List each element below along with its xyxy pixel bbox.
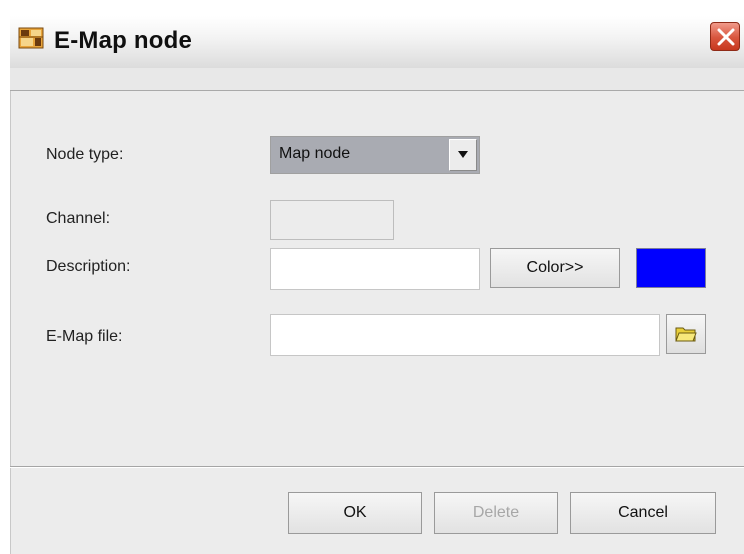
close-icon [717,28,735,46]
channel-label: Channel: [46,210,111,227]
color-button[interactable]: Color>> [490,248,620,288]
close-button[interactable] [710,22,740,51]
description-field[interactable] [270,248,480,290]
emap-file-field[interactable] [270,314,660,356]
ok-button[interactable]: OK [288,492,422,534]
emap-app-icon [18,25,44,51]
folder-icon [675,327,697,342]
node-type-label: Node type: [46,146,124,163]
node-type-select[interactable]: Map node [270,136,480,174]
dropdown-arrow-button[interactable] [449,139,477,171]
cancel-button[interactable]: Cancel [570,492,716,534]
header-band [10,68,744,91]
delete-button: Delete [434,492,558,534]
browse-folder-button[interactable] [666,314,706,354]
node-type-value: Map node [279,145,351,162]
color-swatch[interactable] [636,248,706,288]
emap-file-label: E-Map file: [46,328,123,345]
channel-field [270,200,394,240]
description-label: Description: [46,258,131,275]
footer-separator [10,466,744,468]
chevron-down-icon [458,151,468,158]
dialog-title: E-Map node [54,27,192,54]
title-bar[interactable]: E-Map node [10,16,744,69]
emap-node-dialog: E-Map node Node type: Map node Channel: … [10,16,744,554]
